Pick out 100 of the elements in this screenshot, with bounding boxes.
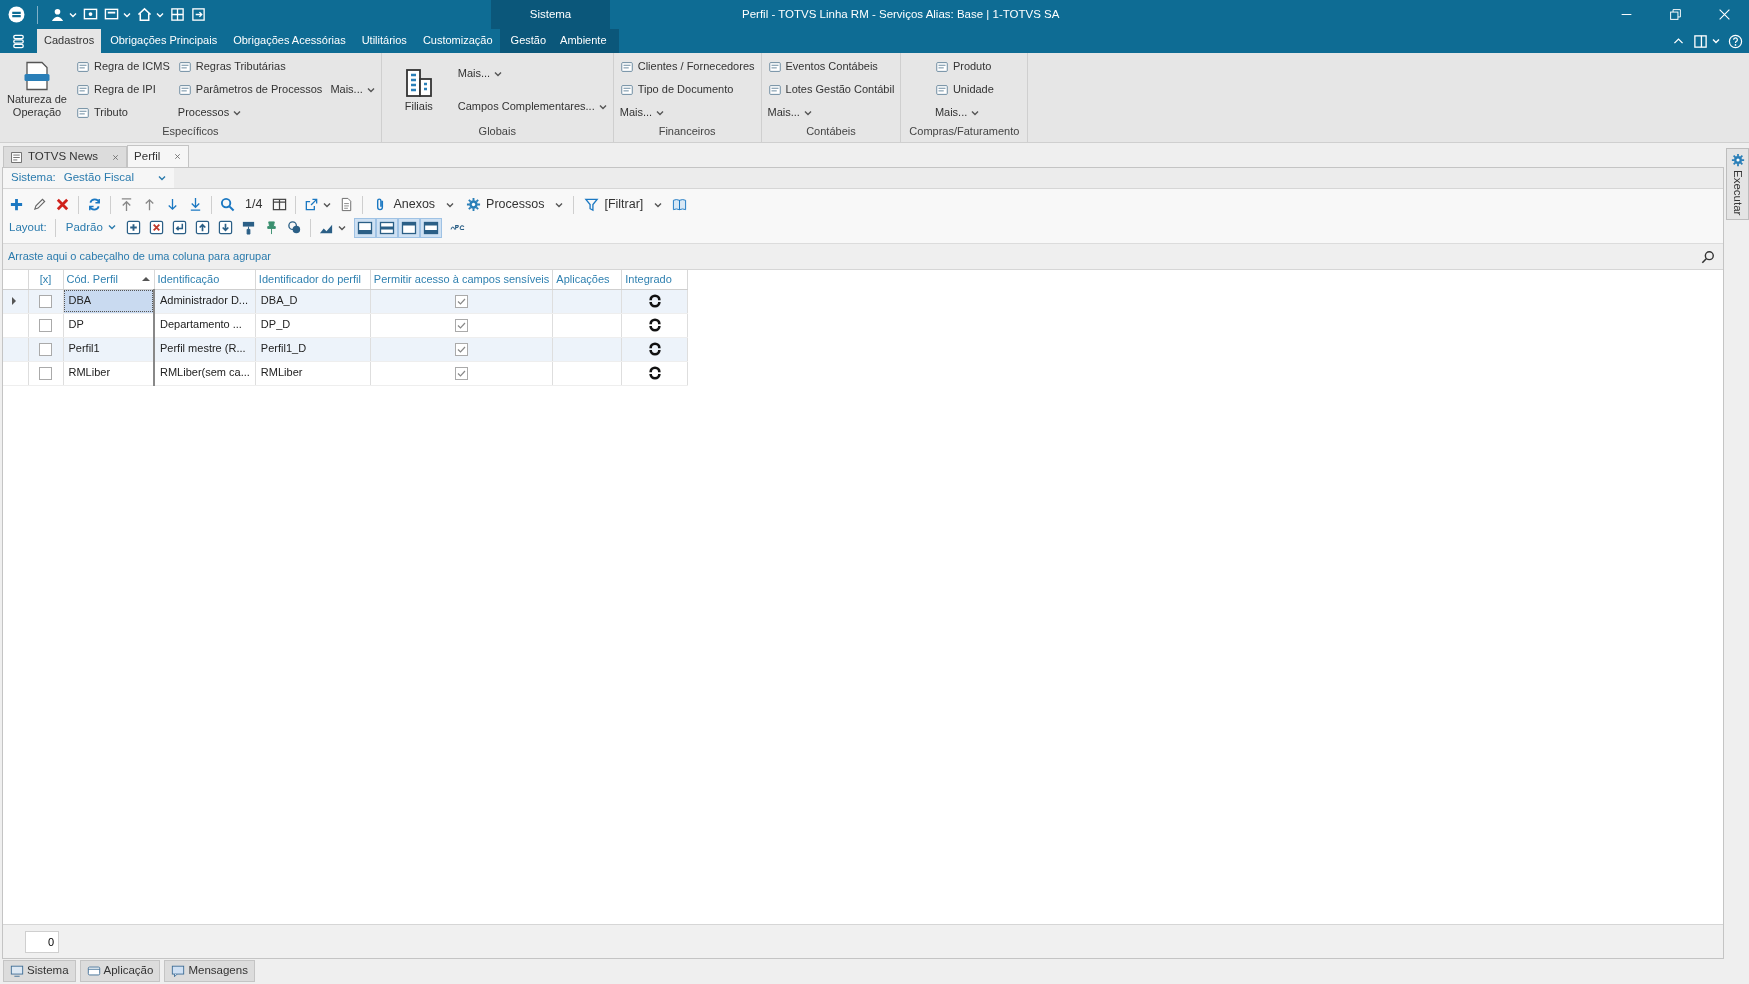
ribbon-button[interactable]: Filiais [385,67,452,113]
caret-icon [107,223,116,232]
panel-layout-icon[interactable] [419,217,442,238]
ribbon-button[interactable]: Regra de ICMS [74,57,172,77]
ribbon-button[interactable]: Regra de IPI [74,80,172,100]
checkbox[interactable] [39,294,52,308]
delete-icon[interactable] [55,197,70,212]
attachments-dropdown[interactable]: Anexos [371,197,457,212]
caret-icon [598,102,607,111]
help-icon[interactable] [1728,33,1743,49]
filter-dropdown[interactable]: [Filtrar] [582,197,665,212]
checkbox[interactable] [39,366,52,380]
home-icon[interactable] [137,7,152,22]
table-cell: DBA [63,289,154,313]
caret-icon [156,10,164,19]
user-icon[interactable] [50,7,65,22]
ribbon-dropdown[interactable]: Mais... [617,103,757,123]
grid-icon[interactable] [170,7,185,22]
ribbon-button[interactable]: Clientes / Fornecedores [617,57,757,77]
upload-box-icon[interactable] [194,220,210,235]
close-icon[interactable] [111,152,121,162]
download-box-icon[interactable] [217,220,233,235]
search-icon[interactable] [1701,249,1715,264]
form-icon [619,83,634,97]
status-tab[interactable]: Mensagens [164,960,255,982]
checkbox[interactable] [455,366,469,380]
ribbon-button[interactable]: Parâmetros de Processos [175,80,325,100]
ribbon-dropdown[interactable]: Mais... [328,80,377,100]
system-select[interactable]: Gestão Fiscal [63,171,167,185]
ribbon-tab[interactable]: Utilitários [354,29,414,53]
ribbon-button[interactable]: Produto [932,57,996,77]
ribbon-button[interactable]: Natureza de Operação [4,61,70,119]
checkbox[interactable] [455,294,469,308]
close-icon[interactable] [173,152,183,161]
status-tab[interactable]: Sistema [3,960,76,982]
column-header[interactable]: Aplicações [552,270,622,289]
return-box-icon[interactable] [171,220,187,235]
column-header[interactable]: Identificação [154,270,256,289]
logo-icon[interactable] [8,6,25,23]
paint-roller-icon[interactable] [240,220,256,235]
panel-layout-icon[interactable] [397,217,420,238]
restore-icon[interactable] [1669,8,1682,21]
ribbon-button[interactable]: Unidade [932,80,996,100]
record-count-field[interactable]: 0 [25,930,59,953]
panel-layout-icon[interactable] [353,217,376,238]
checkbox[interactable] [39,318,52,332]
caret-icon [971,109,980,117]
sign-out-icon[interactable] [191,7,206,22]
checkbox[interactable] [455,342,469,356]
menu-icon[interactable] [11,33,26,49]
export-icon[interactable] [304,197,320,212]
add-box-icon[interactable] [125,220,141,235]
ribbon-button[interactable]: Regras Tributárias [175,57,325,77]
gear-icon [1730,153,1745,167]
book-icon[interactable] [672,197,688,212]
ribbon-dropdown[interactable]: Mais... [932,103,996,123]
form-icon [767,60,782,74]
close-icon[interactable] [1718,8,1731,21]
ribbon-dropdown[interactable]: Mais... [455,63,609,84]
column-header[interactable]: Identificador do perfil [255,270,371,289]
column-header[interactable]: Permitir acesso à campos sensíveis [370,270,553,289]
arrow-to-bottom-icon[interactable] [188,197,203,212]
column-header[interactable]: [x] [28,270,63,289]
ribbon-button[interactable]: Eventos Contábeis [765,57,897,77]
ribbon-group-label: Compras/Faturamento [908,125,1021,139]
ribbon-tab[interactable]: Gestão [503,29,554,53]
document-tab[interactable]: Perfil [127,145,190,167]
ribbon-tab[interactable]: Customização [415,29,500,53]
table-cell: DBA_D [255,289,371,313]
add-icon[interactable] [9,197,24,212]
ribbon-dropdown[interactable]: Mais... [765,103,897,123]
checkbox[interactable] [39,342,52,356]
screen-icon[interactable] [104,7,119,22]
caret-icon [656,109,665,117]
ribbon-button[interactable]: Lotes Gestão Contábil [765,80,897,100]
refresh-icon[interactable] [87,197,102,212]
side-panel-tab[interactable]: Executar [1726,148,1749,221]
arrow-to-top-icon[interactable] [119,197,134,212]
delete-box-icon[interactable] [148,220,164,235]
ribbon-button[interactable]: Tributo [74,103,172,123]
ribbon-button[interactable]: Tipo de Documento [617,80,757,100]
pencil-icon[interactable] [32,197,47,212]
processes-dropdown[interactable]: Processos [464,197,566,212]
checkbox[interactable] [455,318,469,332]
layout-dropdown[interactable]: Padrão [63,220,118,235]
ribbon-tab[interactable]: Cadastros [37,29,102,53]
column-header[interactable]: Cód. Perfil [66,272,151,286]
caret-icon [654,200,663,209]
ribbon-tab[interactable]: Ambiente [553,29,614,53]
ribbon-dropdown[interactable]: Processos [175,103,325,123]
panel-layout-icon[interactable] [375,217,398,238]
column-header[interactable]: Integrado [621,270,688,289]
document-tab[interactable]: TOTVS News [3,146,128,167]
shapes-icon[interactable] [286,220,302,235]
columns-icon[interactable] [272,197,288,212]
ribbon-tab[interactable]: Obrigações Acessórias [226,29,353,53]
status-tab[interactable]: Aplicação [79,960,161,982]
screen-icon[interactable] [83,7,98,22]
ribbon-dropdown[interactable]: Campos Complementares... [455,96,609,117]
ribbon-tab[interactable]: Obrigações Principais [103,29,225,53]
